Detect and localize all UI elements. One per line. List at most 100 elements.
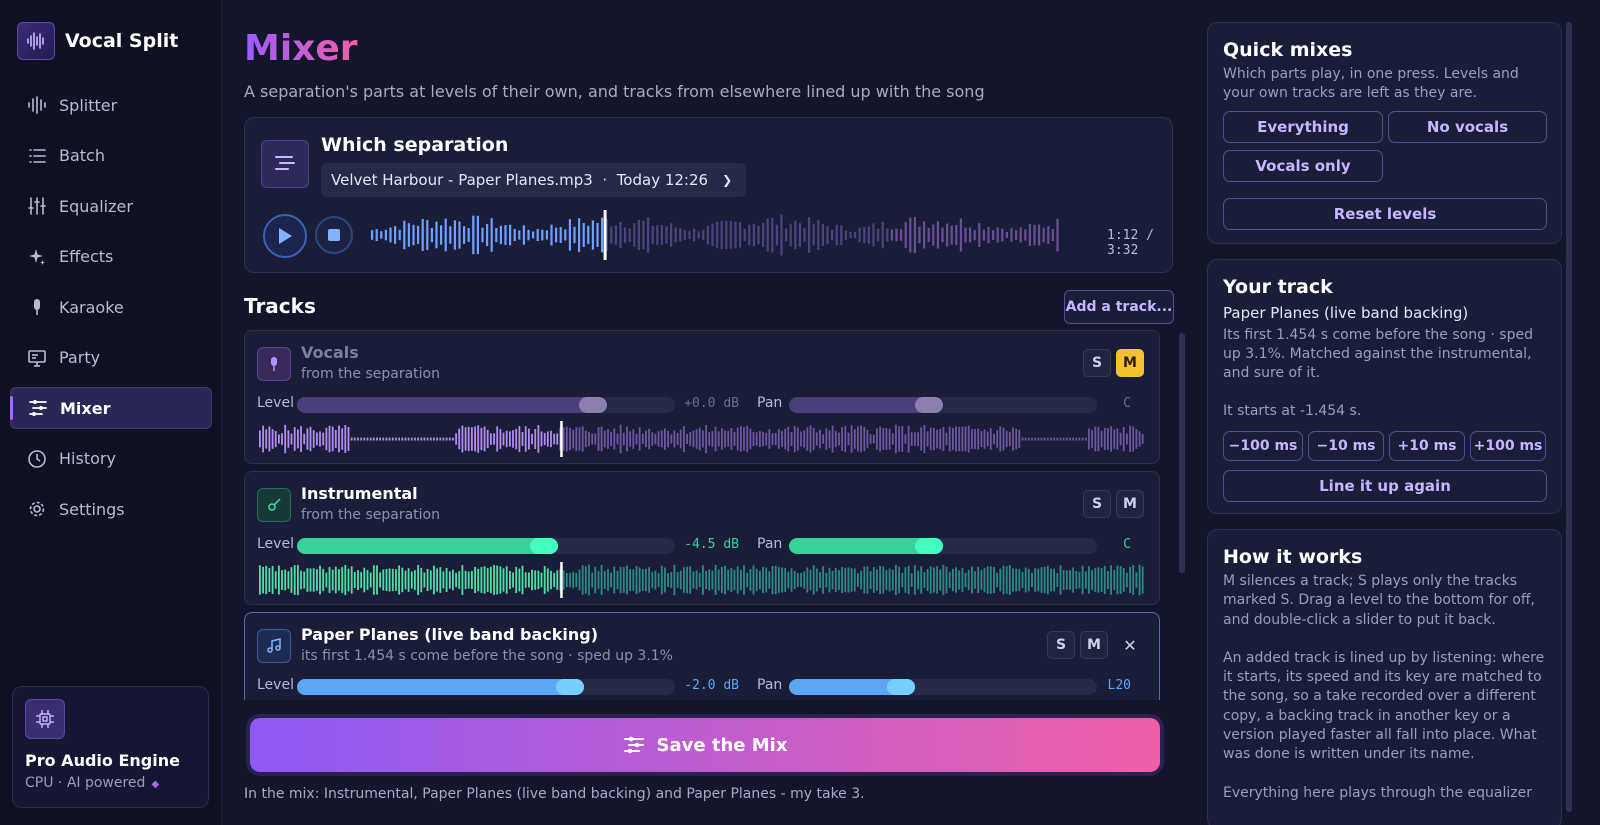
reset-levels-button[interactable]: Reset levels: [1223, 198, 1547, 230]
add-track-button[interactable]: Add a track...: [1064, 290, 1174, 324]
waveform-bar: [496, 565, 499, 595]
waveform-bar: [651, 432, 654, 446]
waveform-bar: [771, 566, 774, 595]
waveform-bar: [656, 225, 659, 245]
pan-value: C: [1123, 396, 1131, 411]
sidebar-item-mixer[interactable]: Mixer: [10, 387, 212, 429]
waveform-bar: [518, 230, 521, 240]
waveform-bar: [344, 565, 347, 596]
waveform-bar: [624, 227, 627, 243]
waveform-bar: [689, 432, 692, 446]
how-it-works-text: An added track is lined up by listening:…: [1223, 649, 1545, 763]
solo-button[interactable]: S: [1047, 631, 1075, 659]
waveform-bar: [849, 232, 852, 238]
waveform-bar: [739, 222, 742, 248]
solo-button[interactable]: S: [1083, 349, 1111, 377]
waveform-bar: [528, 572, 530, 588]
waveform-bar: [490, 433, 492, 445]
waveform-bar: [664, 567, 666, 593]
in-mix-summary: In the mix: Instrumental, Paper Planes (…: [244, 786, 865, 802]
play-button[interactable]: [263, 214, 307, 258]
mixer-icon: [623, 736, 644, 754]
quick-mix-no-vocals-button[interactable]: No vocals: [1388, 111, 1547, 143]
playhead[interactable]: [603, 210, 607, 260]
waveform-bar: [1119, 432, 1122, 446]
waveform-bar: [423, 437, 426, 441]
waveform-bar: [812, 565, 815, 595]
slider-knob[interactable]: [915, 397, 943, 413]
page-subtitle: A separation's parts at levels of their …: [244, 82, 985, 101]
mute-button[interactable]: M: [1116, 349, 1144, 377]
waveform-bar: [610, 431, 612, 447]
waveform-bar: [379, 572, 381, 588]
waveform-bar: [486, 429, 489, 449]
waveform-bar: [319, 565, 321, 595]
slider-knob[interactable]: [578, 397, 607, 413]
waveform-bar: [885, 428, 888, 450]
solo-button[interactable]: S: [1083, 490, 1111, 518]
sidebar-item-batch[interactable]: Batch: [10, 135, 212, 177]
separation-select[interactable]: Velvet Harbour - Paper Planes.mp3 · Toda…: [321, 163, 747, 197]
pan-label: Pan: [757, 677, 783, 693]
sidebar-item-party[interactable]: Party: [10, 337, 212, 379]
waveform-bar: [628, 228, 631, 242]
pan-slider[interactable]: [789, 397, 1097, 413]
slider-knob[interactable]: [915, 538, 943, 554]
waveform-bar: [1001, 228, 1004, 242]
waveform-bar: [407, 568, 410, 592]
level-slider[interactable]: [297, 538, 675, 554]
stop-button[interactable]: [315, 216, 353, 254]
waveform-bar: [676, 433, 679, 445]
sidebar-item-equalizer[interactable]: Equalizer: [10, 185, 212, 227]
sidebar-item-history[interactable]: History: [10, 438, 212, 480]
nudge-plus-10-button[interactable]: +10 ms: [1389, 431, 1465, 461]
nudge-minus-100-button[interactable]: −100 ms: [1223, 431, 1303, 461]
waveform-bar: [319, 431, 321, 447]
sidebar-item-effects[interactable]: Effects: [10, 236, 212, 278]
quick-mix-everything-button[interactable]: Everything: [1223, 111, 1383, 143]
tracks-scrollbar[interactable]: [1179, 333, 1185, 573]
waveform-bar: [401, 567, 404, 593]
waveform-bar: [575, 572, 578, 588]
nudge-plus-100-button[interactable]: +100 ms: [1470, 431, 1546, 461]
slider-knob[interactable]: [887, 679, 916, 695]
waveform-bar: [562, 570, 565, 590]
nudge-minus-10-button[interactable]: −10 ms: [1308, 431, 1384, 461]
pan-slider[interactable]: [789, 679, 1097, 695]
waveform-bar: [565, 573, 568, 588]
playhead[interactable]: [560, 562, 563, 598]
sidebar-item-settings[interactable]: Settings: [10, 488, 212, 530]
mute-button[interactable]: M: [1080, 631, 1108, 659]
waveform-bar: [670, 572, 673, 588]
sidebar-item-karaoke[interactable]: Karaoke: [10, 286, 212, 328]
waveform-bar: [676, 572, 679, 588]
right-panel-scrollbar[interactable]: [1566, 22, 1572, 812]
tracks-list[interactable]: Vocals from the separation S M Level +0.…: [244, 330, 1188, 700]
waveform-bar: [787, 426, 790, 452]
separation-waveform[interactable]: [369, 210, 1069, 260]
waveform-bar: [499, 429, 502, 449]
quick-mix-vocals-only-button[interactable]: Vocals only: [1223, 150, 1383, 182]
pan-slider[interactable]: [789, 538, 1097, 554]
level-slider[interactable]: [297, 397, 675, 413]
remove-track-button[interactable]: ✕: [1116, 631, 1144, 659]
waveform-bar: [660, 225, 663, 245]
waveform-bar: [1103, 565, 1106, 594]
mute-button[interactable]: M: [1116, 490, 1144, 518]
level-slider[interactable]: [297, 679, 675, 695]
waveform-bar: [594, 566, 597, 594]
waveform-bar: [910, 432, 913, 446]
playhead[interactable]: [560, 421, 563, 457]
slider-knob[interactable]: [556, 679, 585, 695]
waveform-bar: [1015, 428, 1018, 450]
track-waveform[interactable]: [259, 421, 1145, 457]
waveform-bar: [426, 220, 429, 250]
slider-knob[interactable]: [529, 538, 558, 554]
waveform-bar: [952, 427, 954, 451]
waveform-bar: [1094, 426, 1097, 452]
line-it-up-again-button[interactable]: Line it up again: [1223, 470, 1547, 502]
save-mix-button[interactable]: Save the Mix: [250, 718, 1160, 772]
track-waveform[interactable]: [259, 562, 1145, 598]
sidebar-item-splitter[interactable]: Splitter: [10, 84, 212, 126]
waveform-bar: [973, 229, 976, 241]
